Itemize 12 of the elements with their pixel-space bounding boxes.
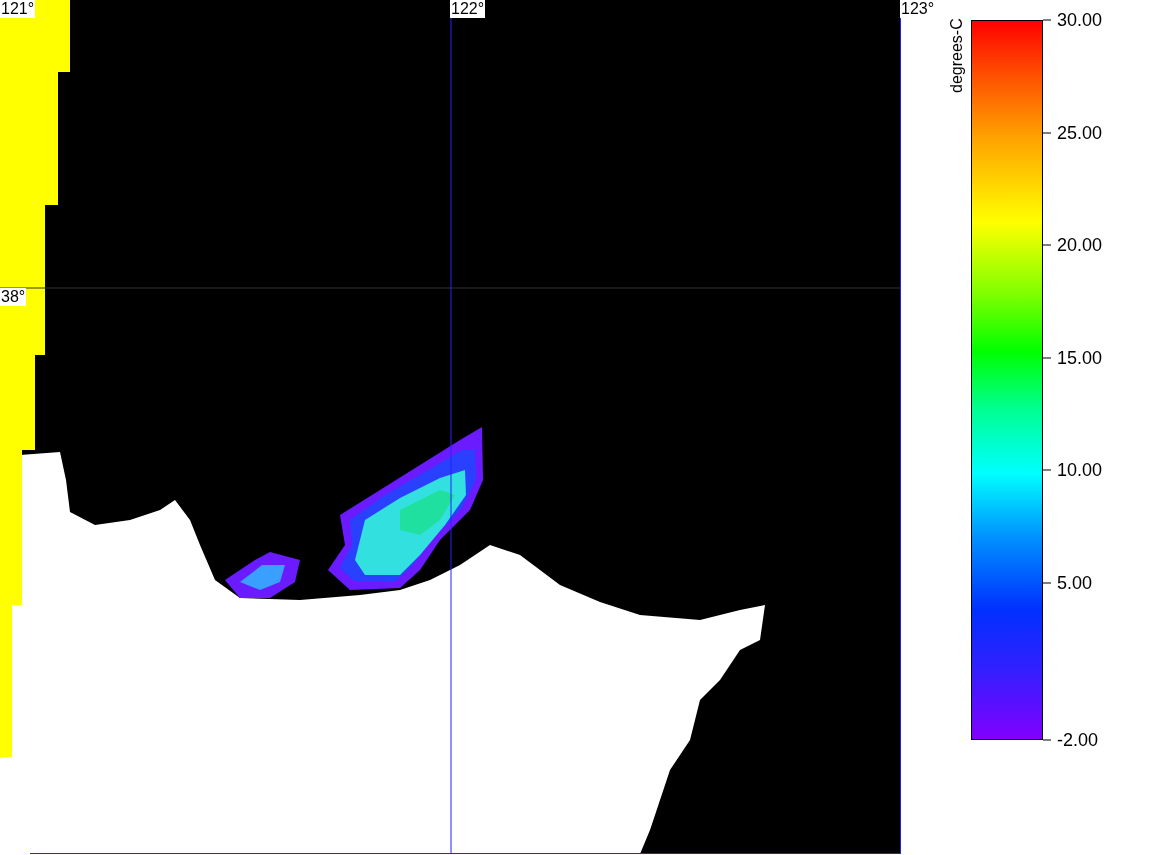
latitude-label: 38° <box>0 288 27 306</box>
tick-label: 20.00 <box>1057 234 1103 256</box>
longitude-label: 122° <box>450 0 486 18</box>
longitude-label: 123° <box>900 0 936 18</box>
tick-label: 5.00 <box>1057 572 1093 593</box>
longitude-label: 121° <box>0 0 36 18</box>
tick-label: 30.00 <box>1057 9 1103 31</box>
tick-label: -2.00 <box>1057 729 1099 751</box>
tick-label: 25.00 <box>1057 122 1103 143</box>
legend-title: degrees-C <box>948 18 966 95</box>
tick-label: 15.00 <box>1057 347 1103 368</box>
tick-label: 10.00 <box>1057 459 1103 481</box>
